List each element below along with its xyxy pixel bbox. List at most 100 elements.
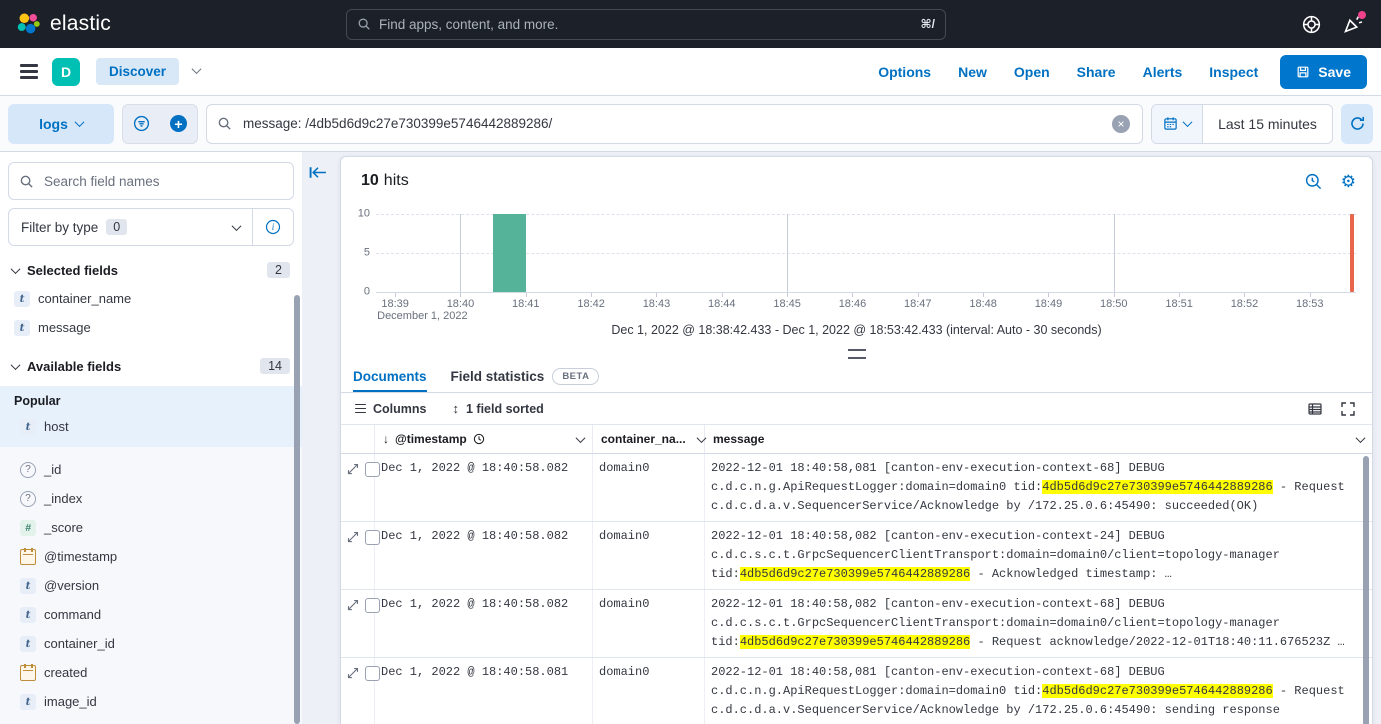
field-item-@timestamp[interactable]: @timestamp <box>14 542 294 571</box>
fullscreen-icon[interactable] <box>1340 401 1356 417</box>
chevron-down-icon[interactable] <box>192 64 202 74</box>
available-fields-header[interactable]: Available fields 14 <box>12 358 290 374</box>
newsfeed-button[interactable] <box>1343 14 1363 34</box>
timestamp-cell[interactable]: Dec 1, 2022 @ 18:40:58.082 <box>375 522 593 589</box>
container-name-cell[interactable]: domain0 <box>593 454 705 521</box>
save-button[interactable]: Save <box>1280 55 1367 89</box>
grid-rows: Dec 1, 2022 @ 18:40:58.082domain02022-12… <box>341 454 1372 724</box>
query-input[interactable] <box>241 115 1132 132</box>
field-item-host[interactable]: thost <box>14 412 294 441</box>
field-info-button[interactable]: i <box>253 219 293 235</box>
histogram-bar[interactable] <box>493 214 526 292</box>
timestamp-cell[interactable]: Dec 1, 2022 @ 18:40:58.082 <box>375 454 593 521</box>
main-menu-button[interactable] <box>14 57 44 87</box>
row-controls-cell <box>341 454 375 521</box>
expand-row-icon[interactable] <box>347 531 359 543</box>
filter-by-type[interactable]: Filter by type 0 i <box>8 208 294 246</box>
message-cell[interactable]: 2022-12-01 18:40:58,081 [canton-env-exec… <box>705 454 1372 521</box>
field-search-input[interactable] <box>42 173 283 190</box>
save-icon <box>1296 65 1310 79</box>
time-range-label[interactable]: Last 15 minutes <box>1203 116 1332 132</box>
resize-handle[interactable] <box>848 349 866 359</box>
container-name-cell[interactable]: domain0 <box>593 590 705 657</box>
help-icon[interactable] <box>1302 15 1321 34</box>
available-fields-count: 14 <box>260 358 290 374</box>
nav-link-alerts[interactable]: Alerts <box>1143 64 1183 80</box>
field-item-_score[interactable]: #_score <box>14 513 294 542</box>
discover-app: elastic Find apps, content, and more. ⌘/ <box>0 0 1381 724</box>
x-tick-mark <box>1244 293 1245 297</box>
expand-row-icon[interactable] <box>347 599 359 611</box>
grid-header-container-name[interactable]: container_na... <box>593 425 705 453</box>
grid-header-timestamp[interactable]: ↓ @timestamp <box>375 425 593 453</box>
histogram-chart[interactable]: 0510 <box>376 214 1356 293</box>
global-search-placeholder: Find apps, content, and more. <box>379 17 913 32</box>
nav-link-open[interactable]: Open <box>1014 64 1050 80</box>
message-cell[interactable]: 2022-12-01 18:40:58,082 [canton-env-exec… <box>705 590 1372 657</box>
grid-header-message[interactable]: message <box>705 425 1372 453</box>
collapse-sidebar-button[interactable] <box>309 164 328 181</box>
message-cell[interactable]: 2022-12-01 18:40:58,081 [canton-env-exec… <box>705 658 1372 724</box>
chevron-down-icon[interactable] <box>1356 433 1366 443</box>
space-badge[interactable]: D <box>52 58 80 86</box>
sort-fields-button[interactable]: ↕ 1 field sorted <box>452 401 543 416</box>
selected-fields-label: Selected fields <box>27 263 259 278</box>
elastic-logo[interactable]: elastic <box>16 12 346 37</box>
timestamp-cell[interactable]: Dec 1, 2022 @ 18:40:58.082 <box>375 590 593 657</box>
x-tick-label: 18:49 <box>1035 298 1063 310</box>
field-item-image_id[interactable]: timage_id <box>14 687 294 716</box>
refresh-button[interactable] <box>1341 104 1373 144</box>
message-cell[interactable]: 2022-12-01 18:40:58,082 [canton-env-exec… <box>705 522 1372 589</box>
expand-row-icon[interactable] <box>347 463 359 475</box>
global-search-input[interactable]: Find apps, content, and more. ⌘/ <box>346 9 946 40</box>
field-item-container_name[interactable]: tcontainer_name <box>8 284 294 313</box>
container-name-cell[interactable]: domain0 <box>593 522 705 589</box>
display-density-icon[interactable] <box>1307 401 1323 417</box>
saved-query-menu-button[interactable] <box>123 105 160 143</box>
nav-link-options[interactable]: Options <box>878 64 931 80</box>
time-interval-icon[interactable] <box>1304 172 1323 191</box>
field-item-command[interactable]: tcommand <box>14 600 294 629</box>
tab-field-statistics[interactable]: Field statistics BETA <box>451 361 600 392</box>
add-filter-button[interactable]: + <box>160 105 197 143</box>
fields-sidebar: Filter by type 0 i Selected fields 2 tco… <box>0 152 302 724</box>
timestamp-cell[interactable]: Dec 1, 2022 @ 18:40:58.081 <box>375 658 593 724</box>
table-row: Dec 1, 2022 @ 18:40:58.082domain02022-12… <box>341 522 1372 590</box>
chevron-down-icon <box>11 264 21 274</box>
nav-link-inspect[interactable]: Inspect <box>1209 64 1258 80</box>
nav-link-share[interactable]: Share <box>1077 64 1116 80</box>
selected-fields-header[interactable]: Selected fields 2 <box>12 262 290 278</box>
x-tick-label: 18:53 <box>1296 298 1324 310</box>
expand-row-icon[interactable] <box>347 667 359 679</box>
t-field-type-icon: t <box>20 636 36 652</box>
x-tick-mark <box>1179 293 1180 297</box>
field-item-container_id[interactable]: tcontainer_id <box>14 629 294 658</box>
query-input-wrapper: × <box>206 104 1143 144</box>
highlighted-tid: 4db5d6d9c27e730399e5746442889286 <box>740 567 970 581</box>
grid-scrollbar[interactable] <box>1363 456 1369 724</box>
field-label: message <box>38 320 91 335</box>
field-item-_id[interactable]: ?_id <box>14 455 294 484</box>
chart-settings-gear-icon[interactable]: ⚙ <box>1341 173 1356 190</box>
search-icon <box>357 17 371 31</box>
tab-documents-label: Documents <box>353 369 427 384</box>
t-field-type-icon: t <box>14 320 30 336</box>
beta-badge: BETA <box>552 368 599 385</box>
tab-documents[interactable]: Documents <box>353 361 427 392</box>
clear-query-icon[interactable]: × <box>1112 115 1130 133</box>
highlighted-tid: 4db5d6d9c27e730399e5746442889286 <box>740 635 970 649</box>
field-item-@version[interactable]: t@version <box>14 571 294 600</box>
field-item-created[interactable]: created <box>14 658 294 687</box>
tab-field-statistics-label: Field statistics <box>451 369 545 384</box>
date-quick-select-button[interactable] <box>1152 105 1203 143</box>
container-name-cell[interactable]: domain0 <box>593 658 705 724</box>
sidebar-scrollbar[interactable] <box>294 295 300 724</box>
logo-text: elastic <box>50 12 111 36</box>
nav-link-new[interactable]: New <box>958 64 987 80</box>
field-item-_index[interactable]: ?_index <box>14 484 294 513</box>
field-item-message[interactable]: t message <box>8 313 294 342</box>
columns-button[interactable]: Columns <box>355 402 426 416</box>
breadcrumb[interactable]: Discover <box>96 58 179 85</box>
chevron-down-icon[interactable] <box>576 433 586 443</box>
data-view-selector[interactable]: logs <box>8 104 114 144</box>
